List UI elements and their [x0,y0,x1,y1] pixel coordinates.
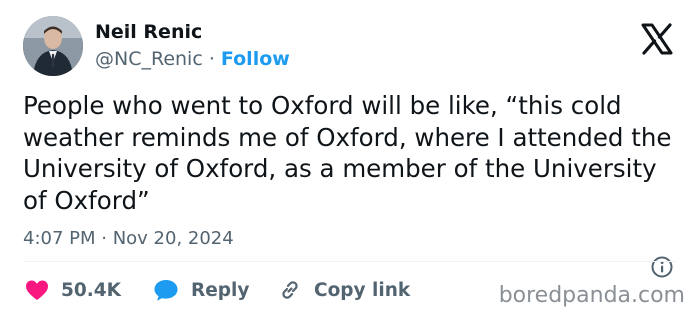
tweet-text: People who went to Oxford will be like, … [23,91,672,215]
like-count: 50.4K [61,279,121,301]
divider [23,261,677,262]
reply-button[interactable]: Reply [153,276,249,304]
like-button[interactable]: 50.4K [25,276,121,304]
meta-separator: · [202,48,221,70]
info-icon[interactable] [651,256,673,278]
link-icon [282,281,298,299]
copy-link-button[interactable]: Copy link [278,276,410,304]
author-handle[interactable]: @NC_Renic [95,48,203,70]
speech-bubble-icon [154,280,178,301]
author-name[interactable]: Neil Renic [95,21,202,43]
x-logo-icon[interactable] [637,19,677,59]
watermark: boredpanda.com [498,283,685,308]
tweet-card: Neil Renic @NC_Renic · Follow People who… [0,0,700,318]
author-meta: @NC_Renic · Follow [95,48,290,70]
tweet-timestamp[interactable]: 4:07 PM · Nov 20, 2024 [23,228,234,249]
reply-label: Reply [191,279,250,301]
heart-icon [26,280,48,300]
copy-link-label: Copy link [314,279,411,301]
avatar[interactable] [23,16,83,76]
follow-button[interactable]: Follow [221,48,290,70]
